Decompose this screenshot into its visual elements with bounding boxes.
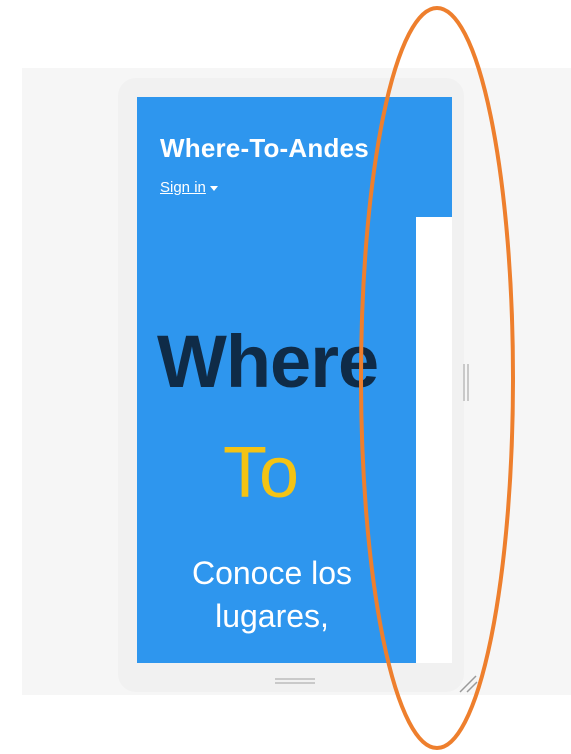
hero-subtitle: Conoce los lugares,	[157, 552, 387, 638]
mobile-viewport: Where-To-Andes Sign in Where To Conoce l…	[137, 97, 452, 663]
handle-bar	[275, 682, 315, 684]
signin-dropdown[interactable]: Sign in	[160, 179, 218, 196]
caret-down-icon	[209, 185, 218, 191]
vertical-resize-handle-icon[interactable]	[463, 364, 471, 401]
handle-bar	[275, 678, 315, 680]
hero-subtitle-line-2: lugares,	[215, 598, 329, 634]
hero-title-to: To	[223, 433, 300, 513]
hero-subtitle-line-1: Conoce los	[191, 555, 353, 591]
signin-label: Sign in	[160, 179, 206, 196]
content-panel	[416, 217, 452, 663]
horizontal-resize-handle-icon[interactable]	[275, 678, 315, 686]
hero-title-where: Where	[157, 320, 379, 403]
handle-bar	[467, 364, 469, 401]
resize-corner-icon[interactable]	[456, 672, 482, 696]
handle-bar	[463, 364, 465, 401]
brand-title[interactable]: Where-To-Andes	[160, 133, 369, 164]
